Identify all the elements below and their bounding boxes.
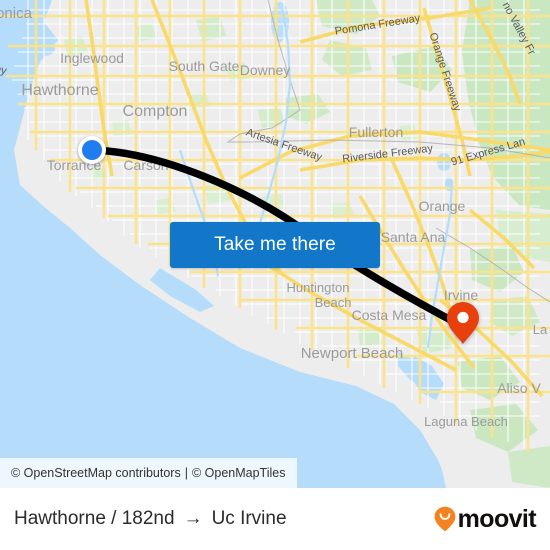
origin-marker-dot (82, 140, 102, 160)
moovit-pin-icon (434, 506, 456, 532)
moovit-route-screen: Pomona Freeway Orange Freeway no Valley Fr… (0, 0, 550, 550)
moovit-logo[interactable]: moovit (434, 504, 537, 534)
attribution-osm-link[interactable]: © OpenStreetMap contributors (11, 466, 181, 480)
attribution-separator: | (184, 466, 188, 480)
attribution-tiles-link[interactable]: © OpenMapTiles (192, 466, 286, 480)
route-arrow-icon: → (183, 508, 203, 529)
take-me-there-button[interactable]: Take me there (170, 222, 380, 268)
route-summary: Hawthorne / 182nd → Uc Irvine (14, 508, 287, 530)
origin-marker[interactable] (78, 136, 106, 164)
map-pin-icon (447, 302, 479, 344)
route-footer: Hawthorne / 182nd → Uc Irvine moovit (0, 488, 550, 550)
map-canvas[interactable]: Pomona Freeway Orange Freeway no Valley Fr… (0, 0, 550, 488)
destination-marker[interactable] (446, 301, 480, 350)
route-origin-label: Hawthorne / 182nd (14, 508, 175, 529)
moovit-wordmark: moovit (457, 504, 537, 533)
route-destination-label: Uc Irvine (211, 508, 287, 529)
map-attribution: © OpenStreetMap contributors | © OpenMap… (0, 458, 298, 488)
